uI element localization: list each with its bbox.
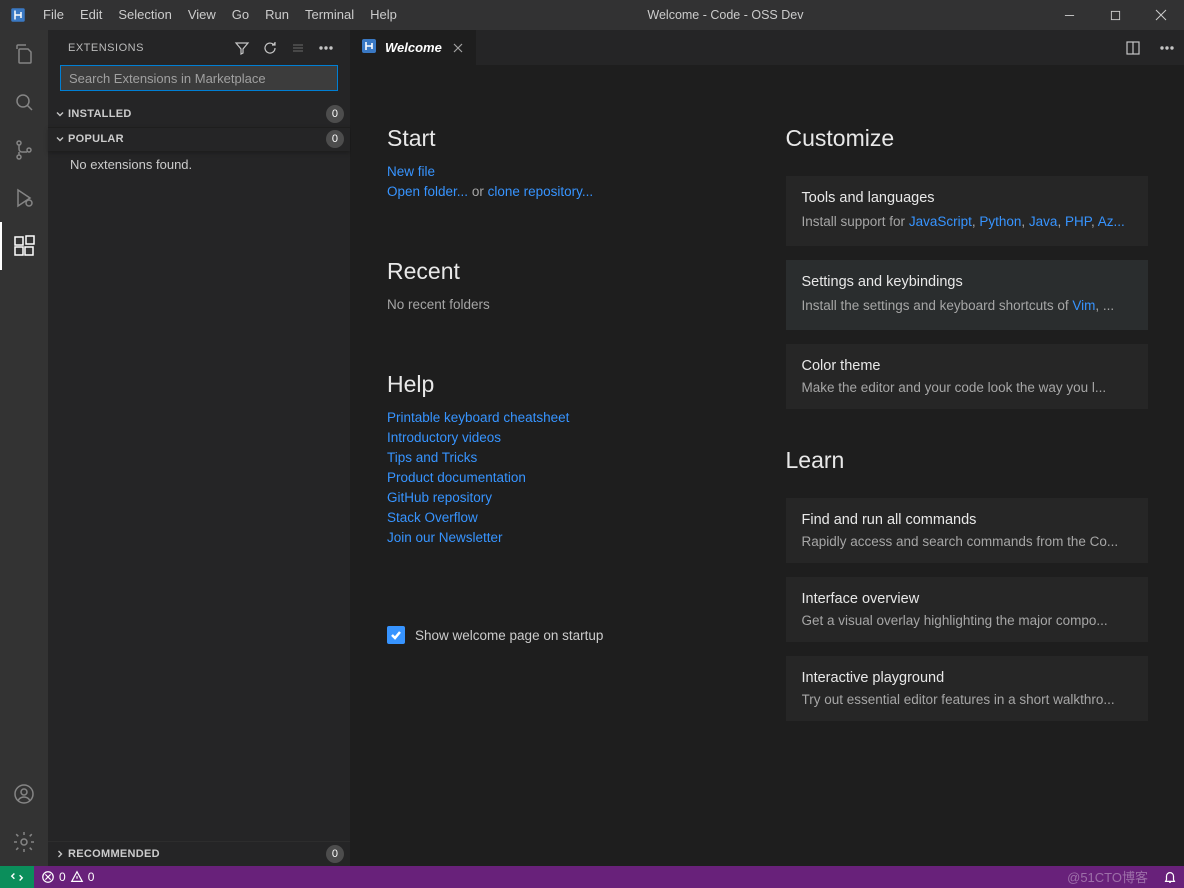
open-folder-link[interactable]: Open folder... (387, 184, 468, 199)
sidebar-title: EXTENSIONS (68, 42, 228, 54)
title-bar: File Edit Selection View Go Run Terminal… (0, 0, 1184, 30)
remote-button[interactable] (0, 866, 34, 888)
popular-count-badge: 0 (326, 130, 344, 148)
card-interactive-playground[interactable]: Interactive playground Try out essential… (786, 656, 1149, 721)
customize-heading: Customize (786, 125, 1149, 152)
menu-view[interactable]: View (180, 0, 224, 30)
checkbox-checked-icon (387, 626, 405, 644)
window-maximize-button[interactable] (1092, 0, 1138, 30)
activity-settings[interactable] (0, 818, 48, 866)
help-github-repository-link[interactable]: GitHub repository (387, 488, 750, 508)
refresh-icon[interactable] (256, 40, 284, 56)
card-settings-keybindings[interactable]: Settings and keybindings Install the set… (786, 260, 1149, 330)
status-notifications[interactable] (1156, 866, 1184, 888)
split-editor-icon[interactable] (1116, 30, 1150, 65)
menu-bar: File Edit Selection View Go Run Terminal… (35, 0, 405, 30)
menu-file[interactable]: File (35, 0, 72, 30)
menu-run[interactable]: Run (257, 0, 297, 30)
chevron-right-icon (52, 848, 68, 860)
recommended-count-badge: 0 (326, 845, 344, 863)
section-recommended[interactable]: RECOMMENDED 0 (48, 842, 350, 866)
filter-icon[interactable] (228, 40, 256, 56)
editor-tab-bar: Welcome (351, 30, 1184, 65)
section-popular[interactable]: POPULAR 0 (48, 127, 350, 151)
help-newsletter-link[interactable]: Join our Newsletter (387, 528, 750, 548)
status-problems[interactable]: 0 0 (34, 866, 101, 888)
menu-go[interactable]: Go (224, 0, 257, 30)
installed-count-badge: 0 (326, 105, 344, 123)
help-stack-overflow-link[interactable]: Stack Overflow (387, 508, 750, 528)
menu-edit[interactable]: Edit (72, 0, 110, 30)
start-heading: Start (387, 125, 750, 152)
card-interface-overview[interactable]: Interface overview Get a visual overlay … (786, 577, 1149, 642)
help-heading: Help (387, 371, 750, 398)
activity-explorer[interactable] (0, 30, 48, 78)
lang-java-link[interactable]: Java (1029, 214, 1058, 229)
clear-icon[interactable] (284, 40, 312, 56)
lang-python-link[interactable]: Python (979, 214, 1021, 229)
help-tips-tricks-link[interactable]: Tips and Tricks (387, 448, 750, 468)
activity-extensions[interactable] (0, 222, 48, 270)
activity-search[interactable] (0, 78, 48, 126)
tab-more-icon[interactable] (1150, 30, 1184, 65)
help-keyboard-cheatsheet-link[interactable]: Printable keyboard cheatsheet (387, 408, 750, 428)
welcome-page: Start New file Open folder... or clone r… (351, 65, 1184, 866)
help-product-documentation-link[interactable]: Product documentation (387, 468, 750, 488)
menu-terminal[interactable]: Terminal (297, 0, 362, 30)
help-introductory-videos-link[interactable]: Introductory videos (387, 428, 750, 448)
window-title: Welcome - Code - OSS Dev (405, 8, 1046, 22)
tab-label: Welcome (385, 40, 442, 55)
learn-heading: Learn (786, 447, 1149, 474)
status-bar: 0 0 @51CTO博客 (0, 866, 1184, 888)
lang-azure-link[interactable]: Az... (1098, 214, 1125, 229)
section-installed[interactable]: INSTALLED 0 (48, 102, 350, 126)
activity-accounts[interactable] (0, 770, 48, 818)
keymap-vim-link[interactable]: Vim (1072, 298, 1095, 313)
lang-javascript-link[interactable]: JavaScript (909, 214, 972, 229)
card-tools-languages[interactable]: Tools and languages Install support for … (786, 176, 1149, 246)
clone-repository-link[interactable]: clone repository... (488, 184, 594, 199)
card-find-commands[interactable]: Find and run all commands Rapidly access… (786, 498, 1149, 563)
new-file-link[interactable]: New file (387, 164, 435, 179)
popular-empty-text: No extensions found. (48, 151, 350, 180)
card-color-theme[interactable]: Color theme Make the editor and your cod… (786, 344, 1149, 409)
watermark-text: @51CTO博客 (1067, 867, 1148, 886)
extensions-search-input[interactable] (60, 65, 338, 91)
menu-selection[interactable]: Selection (110, 0, 179, 30)
tab-welcome[interactable]: Welcome (351, 30, 477, 65)
status-errors-count: 0 (59, 870, 66, 884)
app-icon (0, 6, 35, 24)
activity-bar (0, 30, 48, 866)
extensions-sidebar: EXTENSIONS INSTALLED 0 POPULAR (48, 30, 351, 866)
window-minimize-button[interactable] (1046, 0, 1092, 30)
recent-empty-text: No recent folders (387, 295, 750, 315)
more-icon[interactable] (312, 40, 340, 56)
menu-help[interactable]: Help (362, 0, 405, 30)
status-warnings-count: 0 (88, 870, 95, 884)
chevron-down-icon (52, 133, 68, 145)
show-welcome-on-startup[interactable]: Show welcome page on startup (387, 626, 750, 644)
window-close-button[interactable] (1138, 0, 1184, 30)
activity-source-control[interactable] (0, 126, 48, 174)
welcome-tab-icon (361, 38, 377, 57)
activity-run-debug[interactable] (0, 174, 48, 222)
recent-heading: Recent (387, 258, 750, 285)
tab-close-icon[interactable] (450, 40, 466, 56)
chevron-down-icon (52, 108, 68, 120)
lang-php-link[interactable]: PHP (1065, 214, 1091, 229)
